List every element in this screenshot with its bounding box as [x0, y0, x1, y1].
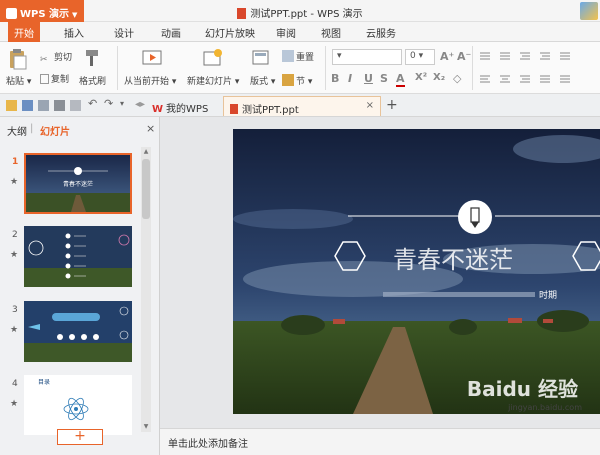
- notes-pane[interactable]: 单击此处添加备注: [160, 428, 600, 455]
- layout-icon: [252, 50, 270, 69]
- section-button[interactable]: 节 ▾: [282, 74, 312, 87]
- layout-button[interactable]: 版式 ▾: [250, 74, 275, 87]
- superscript-button[interactable]: X²: [415, 72, 427, 83]
- paste-icon: [10, 49, 27, 70]
- animation-star-icon: ★: [10, 399, 19, 409]
- tab-animation[interactable]: 动画: [161, 25, 181, 40]
- scroll-up-icon[interactable]: ▲: [142, 148, 150, 156]
- wps-logo-icon: W: [152, 104, 164, 115]
- tab-slides[interactable]: 幻灯片: [40, 123, 70, 138]
- window-title: 测试PPT.ppt - WPS 演示: [0, 5, 600, 20]
- undo-icon[interactable]: ↶: [88, 97, 99, 110]
- slide-panel: 大纲 | 幻灯片 × 1 ★ 青春不迷茫 2 ★ 3 ★ 4 ★ 目录 ▲ ▼ …: [0, 117, 160, 455]
- strikethrough-button[interactable]: S: [380, 72, 388, 85]
- font-size-select[interactable]: 0 ▾: [405, 49, 435, 65]
- slide-thumbnail-3[interactable]: [24, 301, 132, 362]
- slideshow-icon: [142, 48, 164, 71]
- animation-star-icon: ★: [10, 250, 19, 260]
- baidu-watermark: Baidu 经验: [466, 377, 578, 401]
- slide-number: 2: [12, 230, 18, 240]
- scroll-down-icon[interactable]: ▼: [142, 423, 150, 431]
- tab-design[interactable]: 设计: [114, 25, 134, 40]
- subscript-button[interactable]: X₂: [433, 72, 445, 83]
- copy-icon: [40, 74, 49, 84]
- font-color-button[interactable]: A: [396, 72, 405, 87]
- scissors-icon: ✂: [40, 55, 48, 65]
- tab-document[interactable]: 测试PPT.ppt ×: [223, 96, 381, 116]
- animation-star-icon: ★: [10, 177, 19, 187]
- format-painter-icon: [80, 48, 102, 71]
- animation-star-icon: ★: [10, 325, 19, 335]
- slide-number: 4: [12, 379, 18, 389]
- cut-button[interactable]: ✂ 剪切: [40, 50, 72, 67]
- section-icon: [282, 74, 294, 86]
- slide-subtitle: 时期: [539, 289, 557, 301]
- divider: [472, 46, 473, 90]
- slide-thumbnail-2[interactable]: [24, 226, 132, 287]
- close-icon[interactable]: ×: [366, 100, 374, 111]
- format-painter-button[interactable]: 格式刷: [79, 74, 106, 87]
- tab-insert[interactable]: 插入: [64, 25, 84, 40]
- divider: [325, 46, 326, 90]
- divider: [117, 46, 118, 90]
- quick-access-bar: ↶ ↷ ▾ ◂▸ W 我的WPS 测试PPT.ppt × +: [0, 94, 600, 117]
- print-icon[interactable]: [54, 100, 65, 111]
- slide-thumbnail-4[interactable]: 目录: [24, 375, 132, 435]
- tab-review[interactable]: 审阅: [276, 25, 296, 40]
- slide-number: 1: [12, 157, 19, 167]
- thumbnail-scrollbar[interactable]: ▲ ▼: [141, 147, 151, 432]
- paragraph-tools-icon[interactable]: [478, 50, 596, 90]
- shrink-font-icon[interactable]: A⁻: [457, 50, 471, 63]
- font-name-select[interactable]: ▾: [332, 49, 402, 65]
- underline-button[interactable]: U: [364, 72, 373, 85]
- new-slide-icon: [203, 48, 225, 71]
- avatar[interactable]: [580, 2, 598, 20]
- tab-home[interactable]: 开始: [8, 22, 40, 42]
- ppt-file-icon: [230, 104, 238, 114]
- open-folder-icon[interactable]: [6, 100, 17, 111]
- chevron-down-icon[interactable]: ▾: [120, 99, 131, 110]
- new-tab-button[interactable]: +: [386, 97, 398, 113]
- close-icon[interactable]: ×: [146, 122, 155, 135]
- ppt-file-icon: [237, 8, 247, 19]
- notes-placeholder[interactable]: 单击此处添加备注: [168, 439, 248, 450]
- slide-thumbnail-1[interactable]: 青春不迷茫: [24, 153, 132, 214]
- grow-font-icon[interactable]: A⁺: [440, 50, 454, 63]
- copy-button[interactable]: 复制: [40, 72, 69, 85]
- slide-editor: 青春不迷茫 时期 Baidu 经验 jingyan.baidu.com: [160, 117, 600, 428]
- export-icon[interactable]: [70, 100, 81, 111]
- tab-my-wps[interactable]: W 我的WPS: [146, 96, 214, 116]
- scroll-thumb[interactable]: [142, 159, 150, 219]
- slide-number: 3: [12, 305, 18, 315]
- paste-label[interactable]: 粘贴 ▾: [6, 74, 31, 87]
- reset-button[interactable]: 重置: [282, 50, 314, 63]
- tab-cloud[interactable]: 云服务: [366, 25, 396, 40]
- clear-format-icon[interactable]: ◇: [453, 72, 461, 85]
- title-bar: WPS 演示 ▼ 测试PPT.ppt - WPS 演示: [0, 0, 600, 22]
- nav-arrows[interactable]: ◂▸: [135, 99, 145, 110]
- ribbon-toolbar: 粘贴 ▾ ✂ 剪切 复制 格式刷 从当前开始 ▾ 新建幻灯片 ▾ 版式 ▾ 重置 …: [0, 42, 600, 94]
- add-slide-button[interactable]: +: [57, 429, 103, 445]
- bold-button[interactable]: B: [331, 72, 339, 85]
- window-title-text: 测试PPT.ppt - WPS 演示: [250, 9, 363, 20]
- thumb-title: 目录: [38, 378, 50, 386]
- from-current-button[interactable]: 从当前开始 ▾: [124, 74, 176, 87]
- reset-icon: [282, 50, 294, 62]
- redo-icon[interactable]: ↷: [104, 97, 115, 110]
- italic-button[interactable]: I: [348, 72, 352, 85]
- menu-bar: 开始 插入 设计 动画 幻灯片放映 审阅 视图 云服务: [0, 22, 600, 42]
- panel-header: 大纲 | 幻灯片 ×: [7, 122, 156, 138]
- tab-outline[interactable]: 大纲: [7, 123, 27, 138]
- paste-button[interactable]: [8, 48, 28, 73]
- tab-view[interactable]: 视图: [321, 25, 341, 40]
- print-preview-icon[interactable]: [38, 100, 49, 111]
- slide-title: 青春不迷茫: [393, 246, 513, 274]
- thumb-title: 青春不迷茫: [63, 180, 93, 188]
- new-slide-button[interactable]: 新建幻灯片 ▾: [187, 74, 239, 87]
- current-slide[interactable]: 青春不迷茫 时期 Baidu 经验 jingyan.baidu.com: [233, 129, 600, 414]
- save-icon[interactable]: [22, 100, 33, 111]
- tab-slideshow[interactable]: 幻灯片放映: [205, 25, 255, 40]
- baidu-watermark-url: jingyan.baidu.com: [508, 403, 582, 412]
